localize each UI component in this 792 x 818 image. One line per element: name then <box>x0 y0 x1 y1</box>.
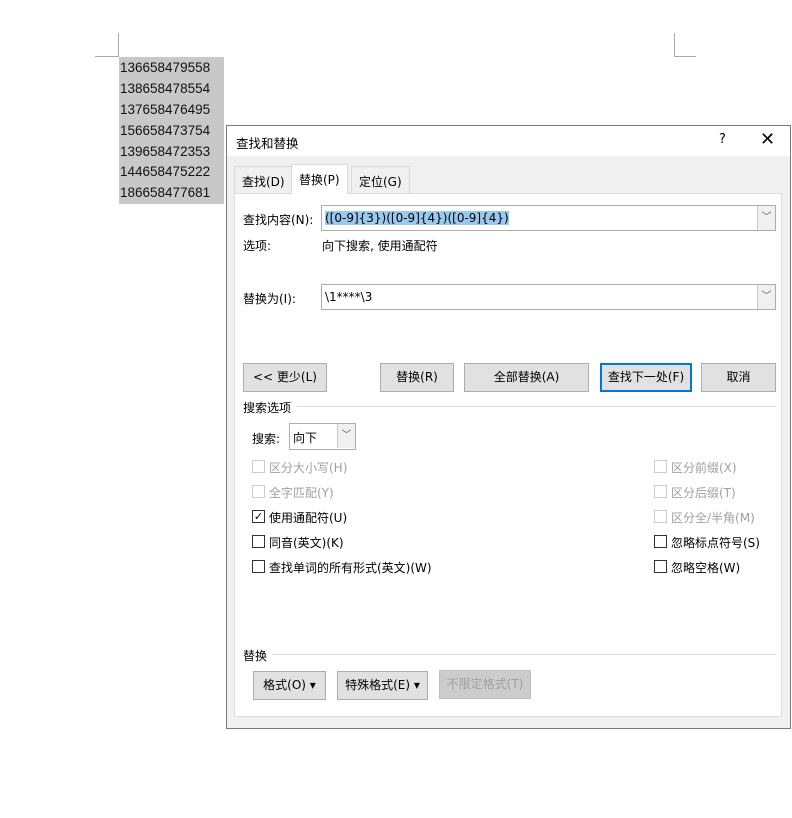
document-line: 144658475222 <box>120 164 211 180</box>
chevron-down-icon[interactable]: ﹀ <box>757 285 775 309</box>
find-label: 查找内容(N): <box>243 213 314 227</box>
replace-input-value: \1****\3 <box>325 290 373 304</box>
title-bar[interactable]: 查找和替换 ? ✕ <box>227 126 790 156</box>
document-line: 156658473754 <box>120 122 211 138</box>
chevron-down-icon[interactable]: ﹀ <box>337 424 355 448</box>
selected-phone-numbers[interactable]: 136658479558 138658478554 137658476495 1… <box>119 57 224 204</box>
tab-replace[interactable]: 替换(P) <box>291 164 348 194</box>
document-line: 137658476495 <box>120 101 211 117</box>
search-direction-value: 向下 <box>293 431 318 445</box>
tab-goto[interactable]: 定位(G) <box>351 166 410 193</box>
close-icon[interactable]: ✕ <box>760 129 775 150</box>
replace-label: 替换为(I): <box>243 292 296 306</box>
search-direction-label: 搜索: <box>252 432 281 446</box>
dialog-title: 查找和替换 <box>236 136 299 151</box>
tab-find[interactable]: 查找(D) <box>234 166 293 193</box>
special-format-button[interactable]: 特殊格式(E) ▾ <box>337 671 428 700</box>
checkmark-icon[interactable]: ✓ <box>252 510 265 523</box>
find-replace-dialog: 查找和替换 ? ✕ 查找(D) 替换(P) 定位(G) 查找内容(N): ([0… <box>226 125 791 729</box>
checkbox-box[interactable] <box>252 460 265 473</box>
page-corner-mark-right <box>674 33 696 57</box>
checkbox-box[interactable] <box>654 460 667 473</box>
checkbox-label: 忽略空格(W) <box>671 561 741 575</box>
document-line: 138658478554 <box>120 80 211 96</box>
search-direction-select[interactable]: 向下 ﹀ <box>289 423 356 450</box>
search-options-title: 搜索选项 <box>243 401 292 415</box>
checkbox-box[interactable] <box>252 485 265 498</box>
checkbox-label: 查找单词的所有形式(英文)(W) <box>269 561 432 575</box>
find-input[interactable]: ([0-9]{3})([0-9]{4})([0-9]{4}) ﹀ <box>321 205 776 231</box>
cancel-button[interactable]: 取消 <box>701 363 776 392</box>
checkbox-label: 全字匹配(Y) <box>269 486 334 500</box>
checkbox-label: 同音(英文)(K) <box>269 536 344 550</box>
divider <box>272 654 776 655</box>
page-corner-mark-left <box>95 33 119 57</box>
options-value: 向下搜索, 使用通配符 <box>322 239 438 253</box>
checkbox-box[interactable] <box>654 560 667 573</box>
document-line: 186658477681 <box>120 185 211 201</box>
format-button[interactable]: 格式(O) ▾ <box>253 671 326 700</box>
checkbox-label: 区分前缀(X) <box>671 461 737 475</box>
checkbox-box[interactable] <box>654 485 667 498</box>
checkbox-label: 区分全/半角(M) <box>671 511 755 525</box>
replace-panel: 查找内容(N): ([0-9]{3})([0-9]{4})([0-9]{4}) … <box>234 193 782 717</box>
find-input-value: ([0-9]{3})([0-9]{4})([0-9]{4}) <box>325 211 509 225</box>
chevron-down-icon[interactable]: ﹀ <box>757 206 775 230</box>
checkbox-label: 忽略标点符号(S) <box>671 536 760 550</box>
replace-button[interactable]: 替换(R) <box>380 363 454 392</box>
checkbox-label: 区分大小写(H) <box>269 461 348 475</box>
checkbox-label: 区分后缀(T) <box>671 486 736 500</box>
checkbox-box[interactable] <box>252 535 265 548</box>
checkbox-box[interactable] <box>654 510 667 523</box>
checkbox-box[interactable] <box>252 560 265 573</box>
less-button[interactable]: << 更少(L) <box>243 363 327 392</box>
divider <box>297 406 776 407</box>
document-line: 139658472353 <box>120 143 211 159</box>
replace-input[interactable]: \1****\3 ﹀ <box>321 284 776 310</box>
options-label: 选项: <box>243 239 272 253</box>
checkbox-label: 使用通配符(U) <box>269 511 348 525</box>
find-next-button[interactable]: 查找下一处(F) <box>600 363 692 392</box>
help-icon[interactable]: ? <box>719 132 726 147</box>
no-formatting-button: 不限定格式(T) <box>439 670 531 699</box>
document-line: 136658479558 <box>120 60 211 75</box>
checkbox-box[interactable] <box>654 535 667 548</box>
replace-all-button[interactable]: 全部替换(A) <box>464 363 589 392</box>
replace-section-title: 替换 <box>243 649 268 663</box>
